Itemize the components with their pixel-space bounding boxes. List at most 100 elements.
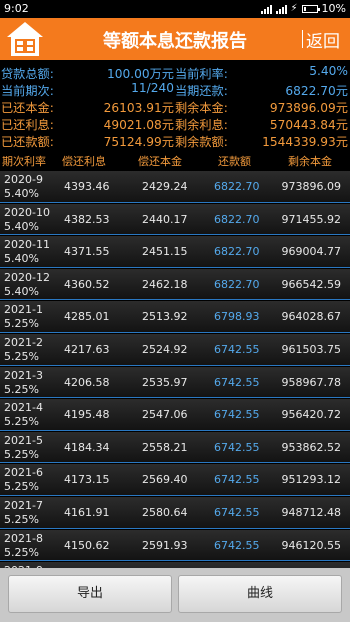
summary-label: 已还本金: [1,101,54,115]
table-row[interactable]: 2021-3 5.25% 4206.58 2535.97 6742.55 958967.7… [0,366,350,399]
cell-period: 2021-3 [4,368,43,382]
page-title: 等额本息还款报告 [103,31,247,52]
cell-principal: 2591.93 [142,538,188,552]
status-bar: 9:02 ⚡ 10% [0,0,350,18]
summary-label: 剩余本金: [175,101,228,115]
summary-row: 贷款总额: 100.00万元 当前利率: 5.40% [0,64,350,81]
cell-interest: 4360.52 [64,277,110,291]
cell-remaining: 969004.77 [281,245,342,259]
column-header: 偿还利息 [62,155,106,168]
header-divider [302,30,303,48]
battery-level: 10% [321,2,346,15]
table-row[interactable]: 2021-6 5.25% 4173.15 2569.40 6742.55 951293.1… [0,464,350,496]
column-header: 还款额 [218,155,251,168]
summary-label: 当前期次: [1,84,54,98]
table-header: 期次利率 偿还利息 偿还本金 还款额 剩余本金 [0,152,350,170]
summary-value: 75124.99元 [103,135,174,149]
cell-remaining: 964028.67 [281,310,342,324]
table-row[interactable]: 2020-12 5.40% 4360.52 2462.18 6822.70 966542.… [0,268,350,301]
cell-rate: 5.40% [4,252,39,266]
back-button[interactable]: 返回 [306,27,340,52]
summary-label: 当前利率: [175,67,228,81]
cell-rate: 5.25% [4,317,39,331]
cell-interest: 4393.46 [64,180,110,193]
cell-interest: 4285.01 [64,310,110,324]
summary-row: 已还本金: 26103.91元 剩余本金: 973896.09元 [0,98,350,115]
cell-interest: 4150.62 [64,538,110,552]
summary-value: 49021.08元 [103,118,174,132]
cell-interest: 4206.58 [64,375,110,389]
table-row[interactable]: 2021-4 5.25% 4195.48 2547.06 6742.55 956420.7… [0,399,350,431]
cell-remaining: 973896.09 [281,180,342,193]
cell-rate: 5.25% [4,447,39,461]
cell-principal: 2462.18 [142,277,188,291]
cell-principal: 2513.92 [142,310,188,324]
cell-payment: 6822.70 [214,212,260,226]
summary-value: 1544339.93元 [262,135,348,149]
summary-value: 570443.84元 [269,118,348,132]
cell-period: 2021-5 [4,433,43,447]
table-row[interactable]: 2021-5 5.25% 4184.34 2558.21 6742.55 953862.5… [0,431,350,464]
cell-remaining: 956420.72 [281,408,342,422]
cell-payment: 6822.70 [214,277,260,291]
summary-label: 剩余利息: [175,118,228,132]
cell-payment: 6742.55 [214,538,260,552]
cell-payment: 6742.55 [214,408,260,422]
cell-period: 2020-10 [4,205,50,219]
summary-label: 已还利息: [1,118,54,132]
cell-rate: 5.25% [4,545,39,559]
summary-row: 当前期次: 11/240 当期还款: 6822.70元 [0,81,350,98]
column-header: 剩余本金 [288,155,332,168]
cell-rate: 5.25% [4,415,39,429]
cell-payment: 6798.93 [214,310,260,324]
summary-value: 973896.09元 [269,101,348,115]
table-row[interactable]: 2020-11 5.40% 4371.55 2451.15 6822.70 969004.… [0,236,350,268]
cell-rate: 5.40% [4,284,39,298]
cell-principal: 2429.24 [142,180,188,193]
table-row[interactable]: 2021-2 5.25% 4217.63 2524.92 6742.55 961503.7… [0,334,350,366]
cell-period: 2021-8 [4,531,43,545]
table-row[interactable]: 2021-1 5.25% 4285.01 2513.92 6798.93 964028.6… [0,301,350,333]
cell-period: 2020-11 [4,238,50,252]
cell-remaining: 961503.75 [281,343,342,356]
battery-icon [301,4,320,13]
summary-value: 6822.70元 [285,84,348,98]
summary-label: 当期还款: [175,84,228,98]
table-row[interactable]: 2020-9 5.40% 4393.46 2429.24 6822.70 973896.0… [0,171,350,203]
cell-remaining: 971455.92 [281,212,342,226]
cell-period: 2020-9 [4,173,43,186]
cell-payment: 6742.55 [214,506,260,519]
cell-period: 2021-7 [4,499,43,512]
summary-value: 100.00万元 [106,67,174,81]
cell-payment: 6822.70 [214,245,260,259]
export-button[interactable]: 导出 [8,575,172,613]
summary-value: 5.40% [309,64,348,78]
signal-icon [260,4,272,14]
cell-period: 2021-4 [4,401,43,415]
status-icons: ⚡ 10% [260,2,346,15]
calculator-house-icon [7,22,43,56]
cell-principal: 2569.40 [142,473,188,487]
cell-period: 2021-1 [4,303,43,317]
cell-period: 2021-2 [4,336,43,349]
table-row[interactable]: 2021-8 5.25% 4150.62 2591.93 6742.55 946120.5… [0,529,350,562]
cell-rate: 5.25% [4,382,39,396]
curve-button[interactable]: 曲线 [178,575,342,613]
summary-label: 贷款总额: [1,67,54,81]
cell-interest: 4195.48 [64,408,110,422]
loan-summary: 贷款总额: 100.00万元 当前利率: 5.40% 当前期次: 11/240 当期还款: 6… [0,60,350,150]
cell-rate: 5.25% [4,350,39,363]
cell-rate: 5.40% [4,187,39,200]
summary-label: 已还款额: [1,135,54,149]
repayment-table: 2020-9 5.40% 4393.46 2429.24 6822.70 973896.0… [0,171,350,568]
footer-bar: 导出 曲线 [0,568,350,622]
cell-principal: 2524.92 [142,343,188,356]
cell-interest: 4161.91 [64,506,110,519]
table-row[interactable]: 2020-10 5.40% 4382.53 2440.17 6822.70 971455.… [0,203,350,236]
cell-remaining: 966542.59 [281,277,342,291]
column-header: 偿还本金 [138,155,182,168]
cell-rate: 5.25% [4,513,39,526]
header-bar: 等额本息还款报告 返回 [0,18,350,60]
summary-label: 剩余款额: [175,135,228,149]
table-row[interactable]: 2021-7 5.25% 4161.91 2580.64 6742.55 948712.4… [0,497,350,529]
